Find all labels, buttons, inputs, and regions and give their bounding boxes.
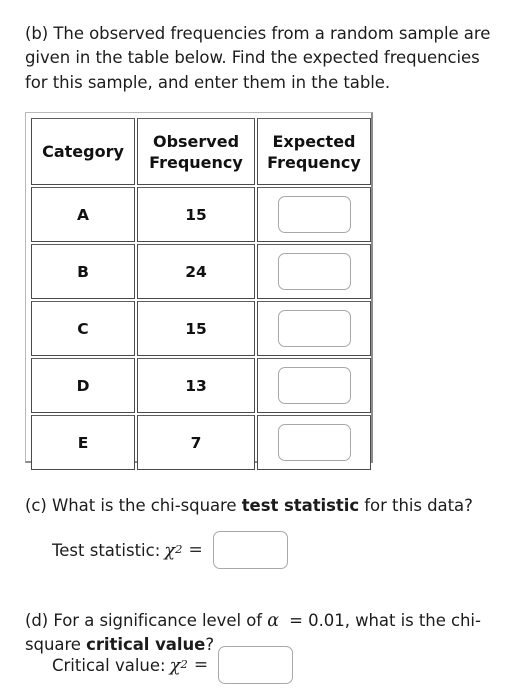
column-header-observed-frequency: Observed Frequency (137, 118, 255, 185)
expected-frequency-input[interactable] (277, 424, 351, 461)
cell-category: E (31, 415, 135, 470)
equals-sign: = (193, 655, 209, 675)
cell-observed-frequency: 24 (137, 244, 255, 299)
question-c-part-1: (c) What is the chi-square (25, 495, 242, 515)
cell-expected-frequency (257, 187, 371, 242)
table-row: B 24 (31, 244, 371, 299)
alpha-symbol: α (267, 610, 279, 631)
chi-symbol: χ (169, 654, 181, 676)
cell-expected-frequency (257, 244, 371, 299)
table-header: Category Observed Frequency Expected Fre… (31, 118, 371, 185)
cell-expected-frequency (257, 358, 371, 413)
question-b-text: (b) The observed frequencies from a rand… (25, 23, 491, 92)
table-row: A 15 (31, 187, 371, 242)
critical-value-label: Critical value: (52, 655, 166, 675)
table-body: A 15 B 24 C 15 D 13 E 7 (31, 187, 371, 470)
test-statistic-input[interactable] (212, 531, 288, 569)
column-header-expected-frequency: Expected Frequency (257, 118, 371, 185)
cell-category: B (31, 244, 135, 299)
expected-frequency-input[interactable] (277, 367, 351, 404)
question-c-part-2: for this data? (359, 495, 473, 515)
table-row: C 15 (31, 301, 371, 356)
table-row: E 7 (31, 415, 371, 470)
cell-expected-frequency (257, 301, 371, 356)
column-header-category-label: Category (42, 142, 124, 161)
cell-expected-frequency (257, 415, 371, 470)
test-statistic-answer-row: Test statistic: χ2 = (52, 531, 288, 569)
cell-category: D (31, 358, 135, 413)
frequency-table-frame: Category Observed Frequency Expected Fre… (25, 112, 373, 470)
cell-category: C (31, 301, 135, 356)
cell-observed-frequency: 13 (137, 358, 255, 413)
observed-header-line-1: Observed (152, 131, 240, 151)
question-d-part-1: (d) For a significance level of (25, 610, 268, 630)
cell-observed-frequency: 15 (137, 187, 255, 242)
test-statistic-label: Test statistic: (52, 540, 161, 560)
worksheet-page: (b) The observed frequencies from a rand… (0, 0, 532, 700)
table-row: D 13 (31, 358, 371, 413)
critical-value-answer-row: Critical value: χ2 = (52, 646, 294, 684)
cell-observed-frequency: 15 (137, 301, 255, 356)
chi-symbol: χ (164, 539, 176, 561)
observed-header-line-2: Frequency (149, 152, 243, 172)
expected-frequency-input[interactable] (277, 196, 351, 233)
cell-observed-frequency: 7 (137, 415, 255, 470)
table-header-row: Category Observed Frequency Expected Fre… (31, 118, 371, 185)
cell-category: A (31, 187, 135, 242)
expected-header-line-1: Expected (272, 131, 356, 151)
expected-header-line-2: Frequency (267, 152, 361, 172)
frequency-table: Category Observed Frequency Expected Fre… (29, 116, 373, 472)
critical-value-input-wrap (210, 646, 294, 684)
column-header-category: Category (31, 118, 135, 185)
test-statistic-input-wrap (205, 531, 288, 569)
question-c-emphasis: test statistic (241, 495, 360, 515)
equals-sign: = (188, 540, 203, 560)
question-c-text: (c) What is the chi-square test statisti… (25, 494, 500, 519)
critical-value-input[interactable] (218, 646, 294, 684)
expected-frequency-input[interactable] (277, 310, 351, 347)
expected-frequency-input[interactable] (277, 253, 351, 290)
